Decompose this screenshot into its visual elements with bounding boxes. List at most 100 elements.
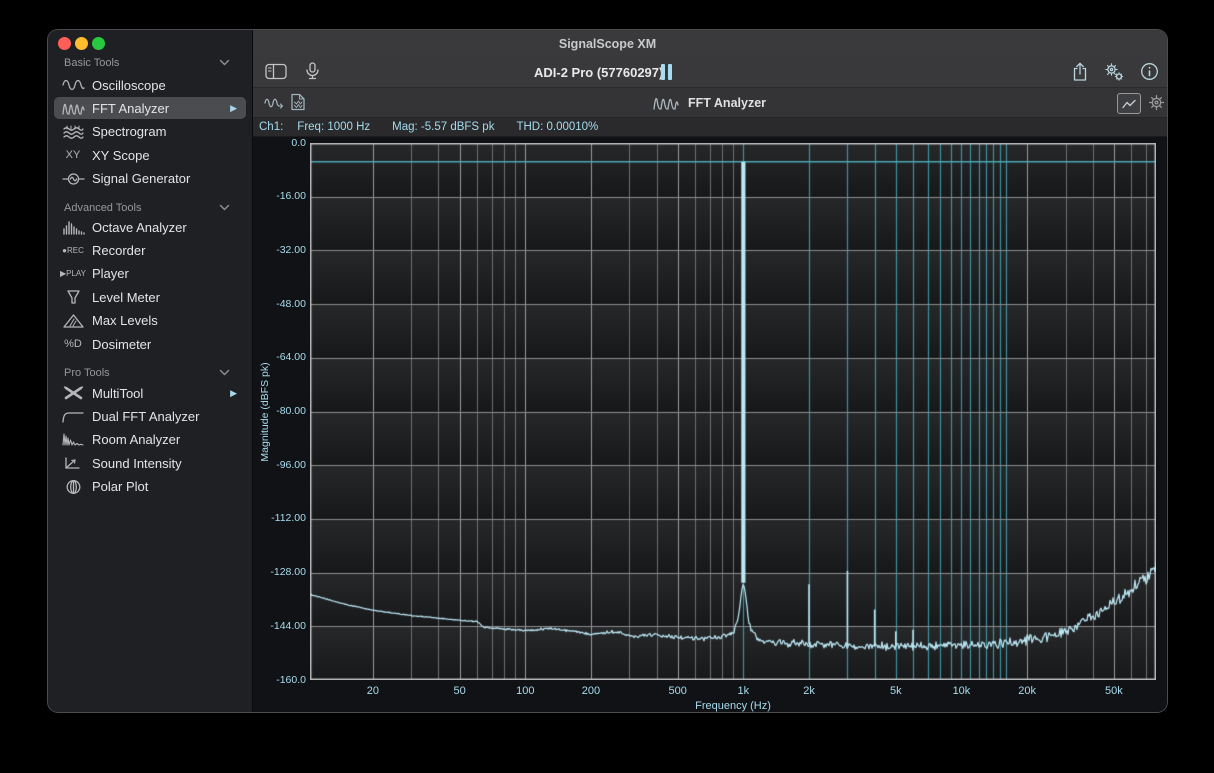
sidebar-item-label: Room Analyzer <box>92 432 180 447</box>
sidebar-item-oscilloscope[interactable]: Oscilloscope <box>54 74 246 96</box>
x-tick-label: 20 <box>367 685 379 697</box>
sidebar-item-sound-intensity[interactable]: Sound Intensity <box>54 452 246 474</box>
sidebar-item-octave-analyzer[interactable]: Octave Analyzer <box>54 216 246 238</box>
y-tick-label: 0.0 <box>254 137 306 149</box>
sidebar-item-polar-plot[interactable]: Polar Plot <box>54 476 246 498</box>
x-tick-label: 500 <box>669 685 687 697</box>
section-label: Pro Tools <box>64 367 110 379</box>
chevron-down-icon[interactable] <box>219 57 230 69</box>
x-tick-label: 10k <box>953 685 971 697</box>
sidebar: Basic Tools Oscilloscope FFT Analyzer ▶ Spec… <box>48 30 253 712</box>
measurement-statusbar: Ch1: Freq: 1000 Hz Mag: -5.57 dBFS pk TH… <box>252 118 1167 137</box>
sidebar-item-label: Spectrogram <box>92 124 166 139</box>
sidebar-item-fft-analyzer[interactable]: FFT Analyzer ▶ <box>54 97 246 119</box>
titlebar[interactable] <box>252 30 1167 57</box>
x-tick-label: 20k <box>1018 685 1036 697</box>
device-label[interactable]: ADI-2 Pro (57760297) <box>534 57 663 87</box>
x-axis-label: Frequency (Hz) <box>695 700 771 712</box>
x-tick-label: 2k <box>803 685 815 697</box>
fft-chart-area: Magnitude (dBFS pk) Frequency (Hz) 0.0-1… <box>252 137 1167 712</box>
sidebar-item-label: MultiTool <box>92 386 143 401</box>
y-tick-label: -32.00 <box>254 244 306 256</box>
fft-plot-canvas[interactable] <box>310 143 1156 680</box>
x-tick-label: 1k <box>738 685 750 697</box>
sidebar-item-level-meter[interactable]: Level Meter <box>54 286 246 308</box>
y-tick-label: -48.00 <box>254 298 306 310</box>
share-icon[interactable] <box>1071 62 1089 82</box>
sidebar-section-header: Basic Tools <box>64 54 244 72</box>
signal-generator-icon <box>54 171 92 187</box>
multitool-icon <box>54 385 92 401</box>
sidebar-item-label: Sound Intensity <box>92 456 182 471</box>
chevron-down-icon[interactable] <box>219 367 230 379</box>
play-icon: ▶PLAY <box>54 269 92 278</box>
level-meter-icon <box>54 289 92 305</box>
y-tick-label: -144.00 <box>254 620 306 632</box>
fft-peaks-icon <box>54 100 92 116</box>
status-magnitude: Mag: -5.57 dBFS pk <box>392 121 494 133</box>
tool-header-bar: FFT Analyzer <box>252 88 1167 118</box>
sidebar-item-label: Max Levels <box>92 313 158 328</box>
section-label: Basic Tools <box>64 57 119 69</box>
sidebar-item-player[interactable]: ▶PLAYPlayer <box>54 263 246 285</box>
sidebar-item-room-analyzer[interactable]: Room Analyzer <box>54 429 246 451</box>
status-channel: Ch1: <box>259 121 283 133</box>
sidebar-item-label: Octave Analyzer <box>92 220 187 235</box>
sidebar-item-label: Signal Generator <box>92 171 190 186</box>
x-tick-label: 100 <box>516 685 534 697</box>
plot-settings-gear-icon[interactable] <box>1147 93 1166 112</box>
sidebar-item-recorder[interactable]: ●RECRecorder <box>54 240 246 262</box>
octave-bars-icon <box>54 219 92 235</box>
x-tick-label: 200 <box>582 685 600 697</box>
drill-in-arrow-icon[interactable]: ▶ <box>230 97 237 119</box>
sidebar-item-label: Oscilloscope <box>92 78 166 93</box>
sidebar-item-label: Recorder <box>92 243 145 258</box>
rec-icon: ●REC <box>54 246 92 255</box>
sound-intensity-icon <box>54 455 92 471</box>
microphone-icon[interactable] <box>304 62 321 82</box>
y-tick-label: -80.00 <box>254 405 306 417</box>
settings-gears-icon[interactable] <box>1103 62 1125 82</box>
y-tick-label: -160.0 <box>254 674 306 686</box>
pause-button[interactable] <box>660 64 674 80</box>
y-tick-label: -112.00 <box>254 512 306 524</box>
fft-analyzer-icon <box>653 94 679 111</box>
y-tick-label: -16.00 <box>254 190 306 202</box>
zoom-window-button[interactable] <box>92 37 105 50</box>
room-analyzer-icon <box>54 432 92 448</box>
toolbar: ADI-2 Pro (57760297) <box>252 57 1167 88</box>
sidebar-item-label: Polar Plot <box>92 479 148 494</box>
sidebar-item-label: Dual FFT Analyzer <box>92 409 199 424</box>
drill-in-arrow-icon[interactable]: ▶ <box>230 382 237 404</box>
max-levels-icon <box>54 313 92 329</box>
sidebar-item-spectrogram[interactable]: Spectrogram <box>54 121 246 143</box>
sidebar-item-dual-fft-analyzer[interactable]: Dual FFT Analyzer <box>54 405 246 427</box>
y-tick-label: -96.00 <box>254 459 306 471</box>
sidebar-toggle-icon[interactable] <box>265 63 287 80</box>
sidebar-item-signal-generator[interactable]: Signal Generator <box>54 168 246 190</box>
status-thd: THD: 0.00010% <box>516 121 598 133</box>
spectrogram-icon <box>54 124 92 140</box>
info-icon[interactable] <box>1140 62 1159 81</box>
x-tick-label: 50k <box>1105 685 1123 697</box>
minimize-window-button[interactable] <box>75 37 88 50</box>
polar-plot-icon <box>54 479 92 495</box>
chevron-down-icon[interactable] <box>219 202 230 214</box>
sidebar-section-header: Advanced Tools <box>64 199 244 217</box>
x-tick-label: 5k <box>890 685 902 697</box>
close-window-button[interactable] <box>58 37 71 50</box>
sidebar-item-label: FFT Analyzer <box>92 101 169 116</box>
sidebar-item-multitool[interactable]: MultiTool ▶ <box>54 382 246 404</box>
sidebar-item-dosimeter[interactable]: %DDosimeter <box>54 333 246 355</box>
sidebar-item-max-levels[interactable]: Max Levels <box>54 310 246 332</box>
status-frequency: Freq: 1000 Hz <box>297 121 370 133</box>
sidebar-item-xy-scope[interactable]: XYXY Scope <box>54 144 246 166</box>
sine-wave-icon <box>54 77 92 93</box>
y-tick-label: -64.00 <box>254 351 306 363</box>
sidebar-item-label: XY Scope <box>92 148 150 163</box>
sidebar-item-label: Level Meter <box>92 290 160 305</box>
tool-header: FFT Analyzer <box>252 88 1167 117</box>
sidebar-item-label: Player <box>92 266 129 281</box>
app-window: ADI-2 Pro (57760297) FFT Analyzer Ch1: F… <box>48 30 1167 712</box>
chart-view-button[interactable] <box>1117 93 1141 114</box>
